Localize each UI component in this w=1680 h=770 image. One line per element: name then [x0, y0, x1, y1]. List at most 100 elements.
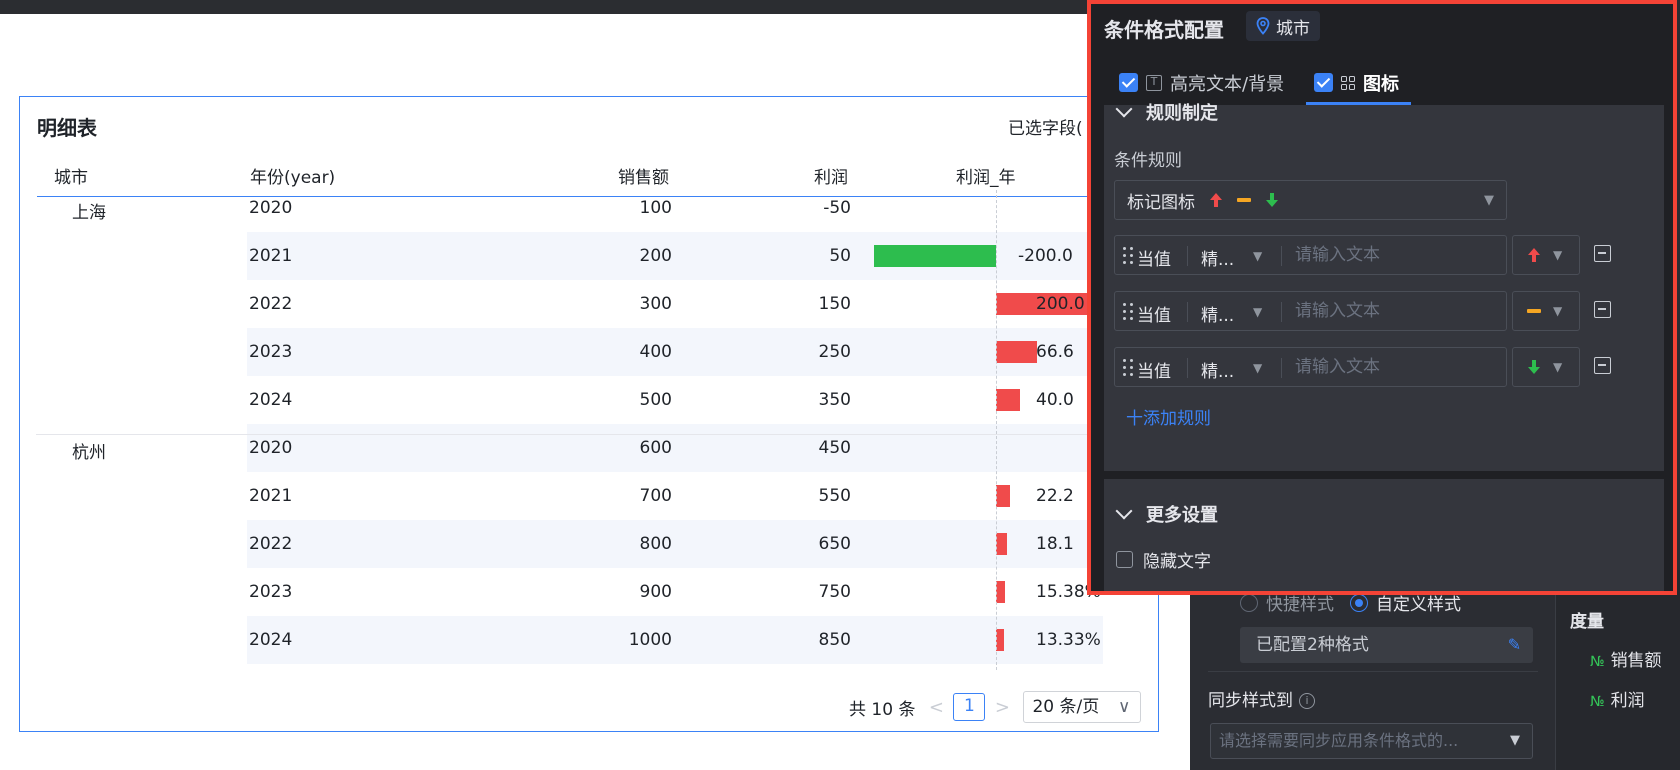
tab-icon-label: 图标	[1363, 73, 1399, 95]
divider	[1281, 302, 1282, 322]
rule-icon-select[interactable]: ▼	[1512, 347, 1580, 387]
cell-sales: 400	[639, 342, 672, 362]
edit-icon[interactable]: ✎	[1508, 627, 1521, 663]
selected-fields-label[interactable]: 已选字段(	[1008, 114, 1083, 139]
table-row[interactable]: 2023 900 750 15.38%	[36, 568, 1123, 616]
measure-item-profit[interactable]: № 利润	[1590, 686, 1645, 711]
cell-profit: 250	[818, 342, 851, 362]
table-row[interactable]: 2022 300 150 200.0	[36, 280, 1123, 328]
sync-style-label: 同步样式到 i	[1208, 686, 1315, 711]
tab-highlight-checkbox[interactable]	[1119, 73, 1138, 92]
divider	[1208, 671, 1538, 672]
cell-sales: 100	[639, 198, 672, 218]
rule-value-input[interactable]	[1295, 301, 1495, 321]
row-background	[247, 280, 1103, 328]
remove-rule-icon[interactable]	[1594, 357, 1611, 374]
cell-year: 2024	[249, 390, 293, 410]
cell-year: 2020	[249, 438, 293, 458]
profit-yoy-bar	[874, 245, 996, 267]
icon-set-select[interactable]: 标记图标 ▼	[1114, 180, 1507, 220]
cell-year: 2023	[249, 582, 293, 602]
orange-dash-icon	[1237, 198, 1251, 202]
hide-text-label: 隐藏文字	[1143, 552, 1211, 572]
rule-row: 当值 精... ▼ ▼	[1114, 347, 1634, 387]
icon-set-label: 标记图标	[1127, 192, 1195, 213]
number-field-icon: №	[1590, 654, 1605, 670]
table-row[interactable]: 杭州 2020 600 450	[36, 424, 1123, 472]
info-icon[interactable]: i	[1299, 693, 1315, 709]
chevron-down-icon	[1115, 502, 1133, 520]
prev-page-button[interactable]: <	[925, 697, 947, 718]
profit-yoy-bar	[996, 629, 1005, 651]
page-size-select[interactable]: 20 条/页 ∨	[1023, 691, 1142, 723]
field-tag[interactable]: 城市	[1246, 11, 1320, 41]
row-background	[247, 520, 1103, 568]
profit-yoy-bar	[996, 533, 1008, 555]
number-field-icon: №	[1590, 694, 1605, 710]
bar-zero-axis	[996, 190, 997, 670]
hide-text-checkbox[interactable]	[1116, 551, 1133, 568]
table-row[interactable]: 上海 2020 100 -50	[36, 184, 1123, 232]
drag-handle-icon[interactable]	[1123, 303, 1133, 321]
table-row[interactable]: 2023 400 250 66.6	[36, 328, 1123, 376]
rule-condition-box: 当值 精... ▼	[1114, 235, 1507, 275]
profit-yoy-bar	[996, 581, 1006, 603]
rule-operator-select[interactable]: 精...	[1201, 357, 1234, 382]
cell-year: 2020	[249, 198, 293, 218]
page-number-button[interactable]: 1	[953, 693, 986, 721]
sync-style-select[interactable]: 请选择需要同步应用条件格式的... ▼	[1210, 723, 1533, 759]
table-row[interactable]: 2024 500 350 40.0	[36, 376, 1123, 424]
row-background	[247, 568, 1103, 616]
divider	[1187, 246, 1188, 266]
profit-yoy-bar	[996, 341, 1037, 363]
more-settings-title: 更多设置	[1146, 505, 1218, 526]
cell-year: 2022	[249, 534, 293, 554]
text-icon: T	[1146, 74, 1162, 91]
add-rule-button[interactable]: 十添加规则	[1126, 404, 1211, 429]
cell-profit: 150	[818, 294, 851, 314]
tab-icon-checkbox[interactable]	[1314, 73, 1333, 92]
row-background	[247, 472, 1103, 520]
rule-value-input[interactable]	[1295, 245, 1495, 265]
cell-profit: 850	[818, 630, 851, 650]
rule-field-label: 当值	[1137, 362, 1171, 382]
tab-highlight-label: 高亮文本/背景	[1170, 73, 1285, 95]
measure-item-sales[interactable]: № 销售额	[1590, 646, 1662, 671]
rule-operator-select[interactable]: 精...	[1201, 245, 1234, 270]
more-settings-header[interactable]: 更多设置	[1115, 501, 1218, 527]
rules-section-header[interactable]: 规则制定	[1115, 99, 1218, 125]
drag-handle-icon[interactable]	[1123, 247, 1133, 265]
configured-formats-label: 已配置2种格式	[1256, 635, 1369, 655]
hide-text-option[interactable]: 隐藏文字	[1116, 547, 1211, 572]
field-tag-label: 城市	[1276, 18, 1310, 39]
rule-icon-select[interactable]: ▼	[1512, 291, 1580, 331]
table-title: 明细表	[37, 116, 97, 140]
cell-year: 2022	[249, 294, 293, 314]
radio-quick-style[interactable]	[1240, 593, 1258, 612]
rules-section: 规则制定 条件规则 标记图标 ▼ 当值 精... ▼ ▼	[1104, 100, 1664, 471]
cell-sales: 1000	[628, 630, 672, 650]
table-row[interactable]: 2021 700 550 22.2	[36, 472, 1123, 520]
measure-title: 度量	[1570, 612, 1604, 632]
table-row[interactable]: 2022 800 650 18.1	[36, 520, 1123, 568]
drag-handle-icon[interactable]	[1123, 359, 1133, 377]
cell-profit-yoy: 40.0	[1036, 390, 1074, 410]
condition-rules-label: 条件规则	[1114, 151, 1182, 171]
row-background	[247, 184, 1103, 232]
remove-rule-icon[interactable]	[1594, 301, 1611, 318]
red-up-arrow-icon	[1210, 193, 1222, 207]
rule-value-input[interactable]	[1295, 357, 1495, 377]
tab-icon-format[interactable]: 图标	[1306, 60, 1411, 105]
remove-rule-icon[interactable]	[1594, 245, 1611, 262]
configured-formats-box[interactable]: 已配置2种格式 ✎	[1240, 627, 1533, 663]
table-row[interactable]: 2024 1000 850 13.33%	[36, 616, 1123, 664]
table-row[interactable]: 2021 200 50 -200.0	[36, 232, 1123, 280]
radio-custom-style[interactable]	[1350, 593, 1368, 612]
cell-sales: 800	[639, 534, 672, 554]
dropdown-triangle-icon: ▼	[1253, 249, 1263, 263]
divider	[1187, 358, 1188, 378]
next-page-button[interactable]: >	[991, 697, 1013, 718]
rule-icon-select[interactable]: ▼	[1512, 235, 1580, 275]
rules-section-title: 规则制定	[1146, 103, 1218, 124]
rule-operator-select[interactable]: 精...	[1201, 301, 1234, 326]
